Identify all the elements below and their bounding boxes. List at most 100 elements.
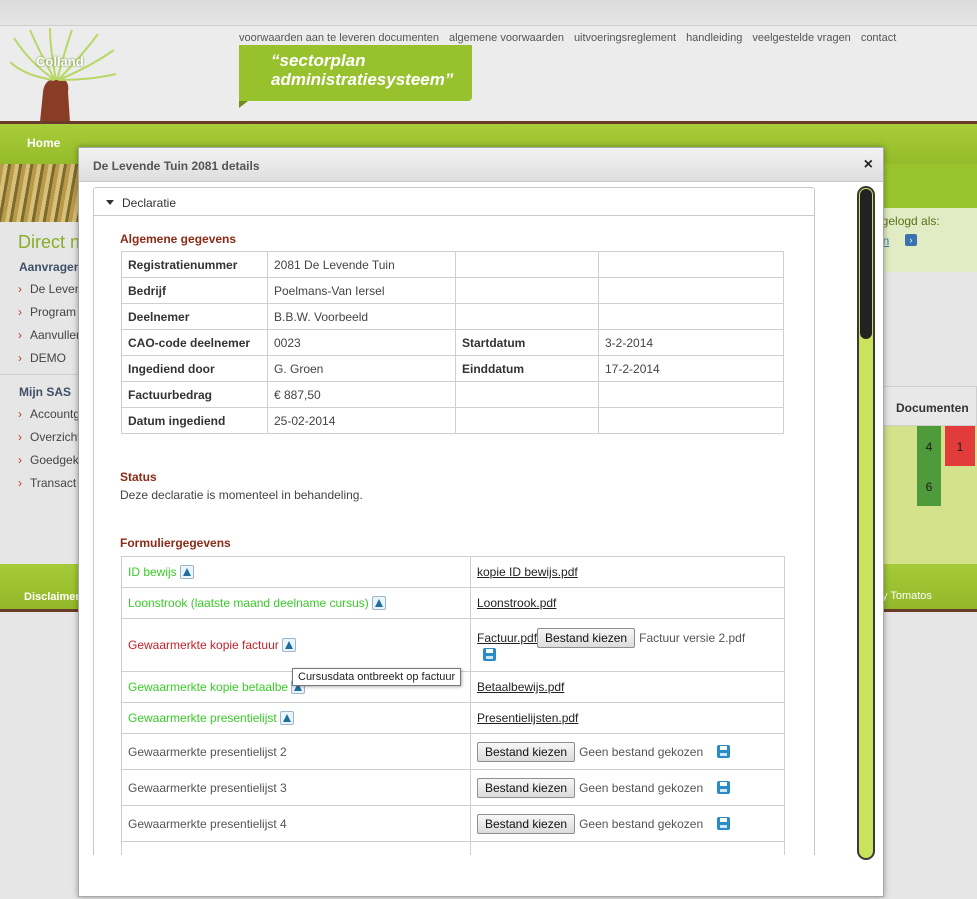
sidebar-item-overzicht[interactable]: Overzicht (0, 430, 80, 444)
table-value (598, 251, 784, 278)
top-navigation: voorwaarden aan te leveren documenten al… (239, 32, 896, 44)
form-label: Gewaarmerkte presentielijst 3 (128, 780, 287, 795)
table-row: Gewaarmerkte presentielijst 4 Bestand ki… (121, 805, 785, 842)
table-value: 17-2-2014 (598, 355, 784, 382)
info-icon[interactable] (179, 565, 194, 579)
table-row: Deelnemer B.B.W. Voorbeeld (121, 303, 784, 330)
table-value (598, 407, 784, 434)
documenten-column: 4 6 1 (883, 426, 977, 564)
file-link[interactable]: Presentielijsten.pdf (477, 711, 578, 725)
info-icon[interactable] (281, 638, 296, 652)
nav-uitvoeringsreglement[interactable]: uitvoeringsreglement (574, 32, 676, 44)
save-icon[interactable] (483, 648, 496, 661)
sidebar-group-aanvragen: Aanvragen (19, 260, 82, 274)
form-label: Loonstrook (laatste maand deelname cursu… (128, 596, 369, 610)
scrollbar-thumb[interactable] (860, 189, 872, 339)
documents-ok-count-2: 6 (925, 480, 933, 494)
sidebar-item-demo[interactable]: DEMO (0, 351, 80, 365)
table-row: Registratienummer 2081 De Levende Tuin (121, 251, 784, 278)
table-key (455, 407, 599, 434)
arrow-right-icon[interactable]: › (905, 234, 917, 246)
banner-tail (239, 101, 248, 108)
chosen-file-name: Geen bestand gekozen (579, 816, 704, 831)
sidebar-item-label: Program (30, 305, 77, 319)
sidebar-item-label: Aanvuller (30, 328, 80, 342)
documents-missing-count: 1 (945, 426, 975, 466)
modal-scrollbar[interactable] (857, 186, 875, 860)
footer-disclaimer[interactable]: Disclaimer (24, 591, 80, 603)
sidebar-group-mijn-sas: Mijn SAS (19, 385, 72, 399)
table-key: CAO-code deelnemer (121, 329, 268, 356)
form-label-cell: ID bewijs (121, 556, 471, 588)
section-status: Status (120, 470, 157, 484)
table-key (455, 381, 599, 408)
banner-line-1: “sectorplan (271, 51, 366, 70)
table-value (598, 277, 784, 304)
table-key: Registratienummer (121, 251, 268, 278)
nav-veelgestelde-vragen[interactable]: veelgestelde vragen (752, 32, 850, 44)
nav-home[interactable]: Home (27, 136, 60, 150)
table-value: Poelmans-Van Iersel (267, 277, 456, 304)
form-value-cell: Presentielijsten.pdf (470, 702, 785, 734)
table-row: Gewaarmerkte presentielijst 2 Bestand ki… (121, 733, 785, 770)
section-algemene-gegevens: Algemene gegevens (120, 232, 237, 246)
nav-algemene-voorwaarden[interactable]: algemene voorwaarden (449, 32, 564, 44)
table-row: ID bewijs kopie ID bewijs.pdf (121, 556, 785, 588)
sidebar-item-program[interactable]: Program (0, 305, 80, 319)
table-row: Datum ingediend 25-02-2014 (121, 407, 784, 434)
table-row: Ingediend door G. Groen Einddatum 17-2-2… (121, 355, 784, 382)
file-link[interactable]: Betaalbewijs.pdf (477, 680, 564, 694)
sidebar-item-de-levende[interactable]: De Leven (0, 282, 80, 296)
chosen-file-name: Geen bestand gekozen (579, 744, 704, 759)
nav-voorwaarden-documenten[interactable]: voorwaarden aan te leveren documenten (239, 32, 439, 44)
save-icon[interactable] (717, 744, 731, 758)
sas-banner: “sectorplan administratiesysteem” (239, 45, 472, 108)
choose-file-button[interactable]: Bestand kiezen (477, 741, 576, 762)
sidebar-item-transacties[interactable]: Transact (0, 476, 80, 490)
table-key: Einddatum (455, 355, 599, 382)
banner-line-2: administratiesysteem” (271, 70, 454, 89)
sidebar-item-goedgekeurd[interactable]: Goedgek (0, 453, 80, 467)
documenten-column-header: Documenten (883, 386, 977, 426)
table-value: G. Groen (267, 355, 456, 382)
declaratie-panel-header[interactable]: Declaratie (94, 188, 814, 216)
choose-file-button[interactable]: Bestand kiezen (477, 777, 576, 798)
form-label-cell: Gewaarmerkte presentielijst 3 (121, 769, 471, 806)
info-icon[interactable] (279, 711, 294, 725)
table-row: Factuurbedrag € 887,50 (121, 381, 784, 408)
header-photo (0, 164, 80, 222)
table-row: Bedrijf Poelmans-Van Iersel (121, 277, 784, 304)
save-icon[interactable] (717, 780, 731, 794)
sidebar-item-aanvuller[interactable]: Aanvuller (0, 328, 80, 342)
sidebar: Aanvragen De Leven Program Aanvuller DEM… (0, 260, 82, 499)
table-value: € 887,50 (267, 381, 456, 408)
info-icon[interactable] (371, 596, 386, 610)
table-key: Factuurbedrag (121, 381, 268, 408)
form-value-cell: Betaalbewijs.pdf (470, 671, 785, 703)
sidebar-item-account[interactable]: Accountg (0, 407, 80, 421)
table-key (455, 303, 599, 330)
file-link[interactable]: Loonstrook.pdf (477, 596, 556, 610)
colland-logo[interactable] (9, 27, 120, 122)
form-label: Gewaarmerkte presentielijst 2 (128, 744, 287, 759)
chosen-file-name: Factuur versie 2.pdf (639, 631, 746, 645)
choose-file-button[interactable]: Bestand kiezen (477, 813, 576, 834)
table-value (598, 303, 784, 330)
footer-credit[interactable]: y Tomatos (882, 590, 932, 602)
nav-contact[interactable]: contact (861, 32, 896, 44)
tooltip: Cursusdata ontbreekt op factuur (292, 668, 462, 686)
modal-title: De Levende Tuin 2081 details × (79, 148, 883, 182)
modal-title-text: De Levende Tuin 2081 details (93, 159, 260, 173)
status-text: Deze declaratie is momenteel in behandel… (120, 488, 363, 502)
declaratie-panel: Declaratie Algemene gegevens Registratie… (93, 187, 815, 855)
logo-text: Colland (36, 54, 84, 69)
choose-file-button[interactable]: Bestand kiezen (537, 628, 636, 648)
nav-handleiding[interactable]: handleiding (686, 32, 742, 44)
save-icon[interactable] (717, 816, 731, 830)
file-link[interactable]: kopie ID bewijs.pdf (477, 565, 578, 579)
form-value-cell (470, 841, 785, 855)
table-row: Gewaarmerkte kopie factuur Factuur.pdf Be… (121, 618, 785, 672)
file-link[interactable]: Factuur.pdf (477, 631, 537, 645)
close-icon[interactable]: × (864, 156, 873, 174)
general-data-table: Registratienummer 2081 De Levende Tuin B… (121, 251, 784, 434)
